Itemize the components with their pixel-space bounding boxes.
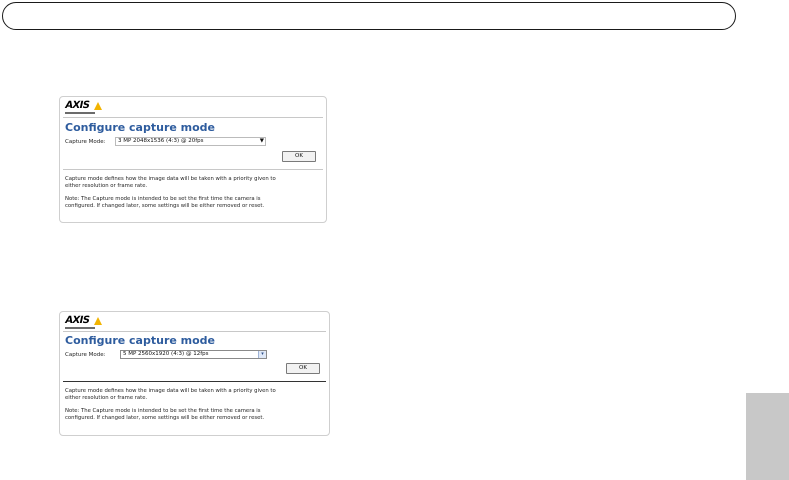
ok-button[interactable]: OK [282, 151, 316, 162]
description-text: Capture mode defines how the image data … [65, 176, 276, 190]
divider [63, 169, 323, 170]
header-bar [2, 2, 736, 30]
capture-mode-label: Capture Mode: [65, 139, 106, 145]
capture-mode-select[interactable]: 3 MP 2048x1536 (4:3) @ 20fps ▼ [115, 137, 266, 146]
axis-logo: AXIS [64, 315, 105, 330]
ok-button[interactable]: OK [286, 363, 320, 374]
side-tab [746, 393, 789, 480]
dropdown-arrow-icon: ▼ [259, 138, 264, 144]
capture-mode-select[interactable]: 5 MP 2560x1920 (4:3) @ 12fps ▾ [120, 350, 267, 359]
dropdown-arrow-icon: ▾ [258, 351, 266, 358]
page-title: Configure capture mode [65, 121, 216, 134]
note-text: Note: The Capture mode is intended to be… [65, 408, 265, 422]
divider [63, 331, 326, 332]
divider [63, 381, 326, 382]
description-text: Capture mode defines how the image data … [65, 388, 276, 402]
capture-mode-panel: AXIS Configure capture mode Capture Mode… [59, 96, 327, 223]
page-title: Configure capture mode [65, 334, 216, 347]
divider [63, 117, 323, 118]
capture-mode-panel: AXIS Configure capture mode Capture Mode… [59, 311, 330, 436]
axis-logo: AXIS [64, 100, 105, 115]
capture-mode-label: Capture Mode: [65, 352, 106, 358]
note-text: Note: The Capture mode is intended to be… [65, 196, 265, 210]
